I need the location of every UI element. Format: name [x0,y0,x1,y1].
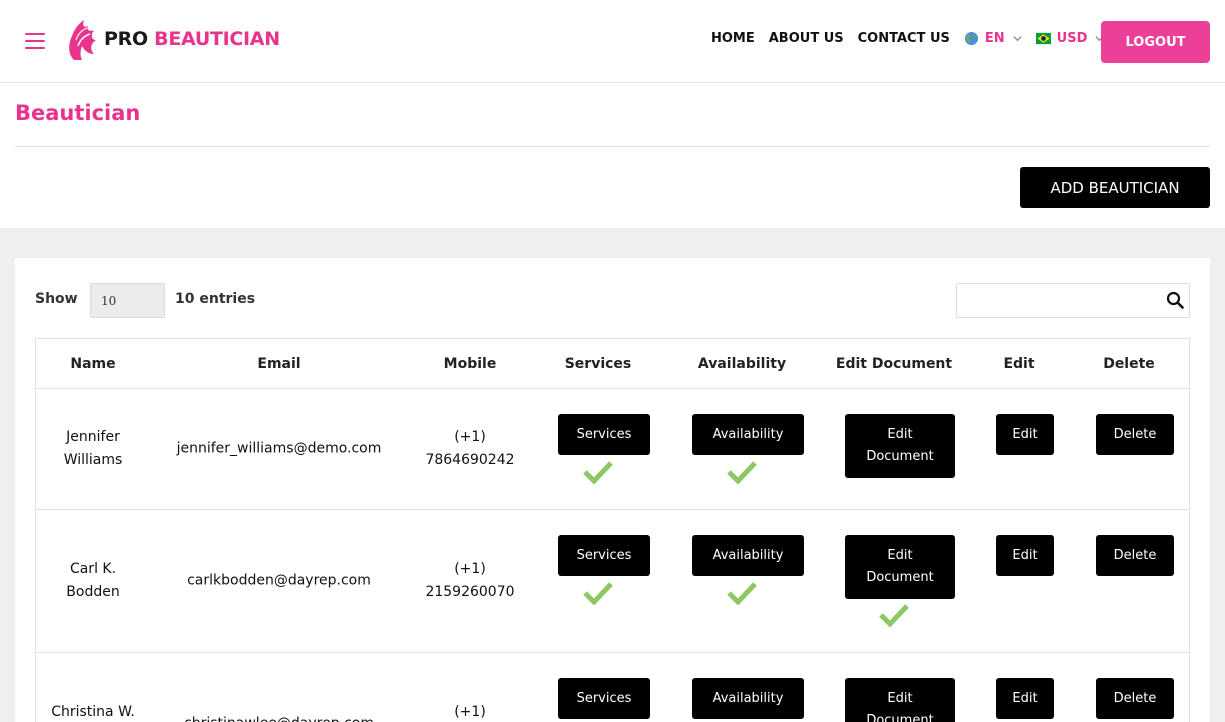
check-icon [727,461,757,484]
logo-text: PRO BEAUTICIAN [104,28,280,50]
cell-name: Jennifer Williams [63,429,123,468]
availability-button[interactable]: Availability [692,414,804,455]
edit-document-button[interactable]: Edit Document [845,414,955,478]
delete-button[interactable]: Delete [1096,414,1174,455]
search-input[interactable] [956,283,1190,318]
nav-home[interactable]: HOME [711,31,755,46]
cell-mobile-code: (+1) [454,561,486,577]
edit-button[interactable]: Edit [996,535,1054,576]
search-icon[interactable] [1166,291,1184,309]
services-button[interactable]: Services [558,535,650,576]
cell-mobile-number: 2159260070 [425,584,515,600]
table-row: Jennifer Williams jennifer_williams@demo… [35,389,1190,510]
title-divider [15,146,1210,147]
delete-button[interactable]: Delete [1096,535,1174,576]
brand-logo[interactable]: PRO BEAUTICIAN [64,16,280,62]
cell-email: carlkbodden@dayrep.com [187,572,371,589]
cell-mobile: (+1) 7864690242 [415,426,525,472]
hamburger-icon[interactable] [25,33,45,49]
column-header-services[interactable]: Services [565,356,632,372]
edit-document-button[interactable]: Edit Document [845,678,955,722]
add-beautician-button[interactable]: ADD BEAUTICIAN [1020,167,1210,208]
cell-mobile-code: (+1) [454,704,486,720]
delete-button[interactable]: Delete [1096,678,1174,719]
cell-mobile: (+1) 2159260070 [415,558,525,604]
logout-button[interactable]: LOGOUT [1101,21,1210,63]
edit-button[interactable]: Edit [996,414,1054,455]
services-button[interactable]: Services [558,414,650,455]
main-nav: HOME ABOUT US CONTACT US EN USD [711,31,1118,46]
show-label: Show [35,291,78,307]
chevron-down-icon [1013,36,1022,42]
services-button[interactable]: Services [558,678,650,719]
currency-label: USD [1056,31,1088,46]
cell-name: Christina W. Lee [51,704,135,720]
column-header-delete[interactable]: Delete [1103,356,1155,372]
top-header: PRO BEAUTICIAN HOME ABOUT US CONTACT US … [0,0,1225,83]
cell-mobile: (+1) 8476049232 [415,701,525,722]
column-header-edit-document[interactable]: Edit Document [836,356,952,372]
column-header-name[interactable]: Name [70,356,115,372]
table-header: Name Email Mobile Services Availability … [35,338,1190,389]
logo-icon [69,20,96,60]
cell-mobile-code: (+1) [454,429,486,445]
table-row: Carl K. Bodden carlkbodden@dayrep.com (+… [35,510,1190,653]
check-icon [583,582,613,605]
page-title: Beautician [15,101,141,125]
edit-button[interactable]: Edit [996,678,1054,719]
globe-icon [964,31,978,46]
check-icon [727,582,757,605]
cell-mobile-number: 7864690242 [425,452,515,468]
check-icon [879,604,909,627]
flag-icon [1035,32,1051,45]
column-header-mobile[interactable]: Mobile [444,356,497,372]
entries-label: 10 entries [175,291,256,307]
cell-name: Carl K. Bodden [66,561,120,600]
table-row: Christina W. Lee christinawlee@dayrep.co… [35,653,1190,722]
column-header-email[interactable]: Email [257,356,300,372]
cell-email: jennifer_williams@demo.com [176,440,382,457]
nav-contact-us[interactable]: CONTACT US [858,31,950,46]
entries-select[interactable]: 10 [90,283,165,318]
language-dropdown[interactable]: EN [964,31,1022,46]
currency-dropdown[interactable]: USD [1035,31,1105,46]
availability-button[interactable]: Availability [692,678,804,719]
check-icon [583,461,613,484]
availability-button[interactable]: Availability [692,535,804,576]
nav-about-us[interactable]: ABOUT US [769,31,844,46]
logo-pro: PRO [104,28,148,50]
cell-email: christinawlee@dayrep.com [159,713,399,722]
column-header-edit[interactable]: Edit [1003,356,1034,372]
logo-beautician: BEAUTICIAN [154,28,280,50]
language-label: EN [984,31,1005,46]
column-header-availability[interactable]: Availability [698,356,786,372]
edit-document-button[interactable]: Edit Document [845,535,955,599]
